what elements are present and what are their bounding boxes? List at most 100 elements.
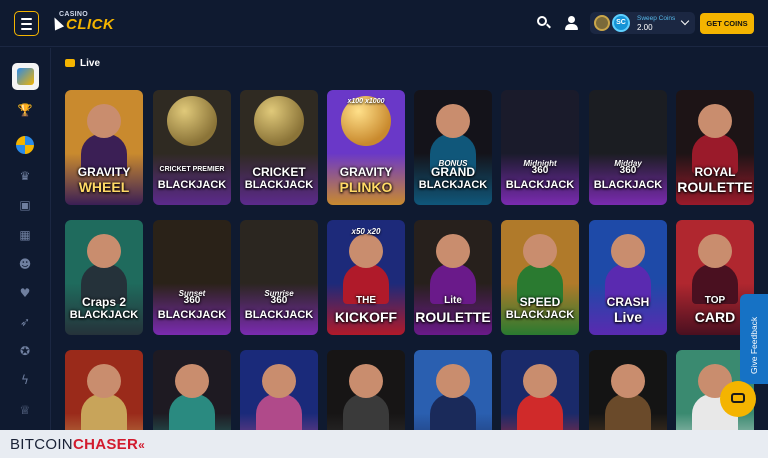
game-tile[interactable] [501, 350, 579, 430]
dealer-image [523, 364, 557, 398]
game-tile[interactable]: Midday 360 BLACKJACK [589, 90, 667, 205]
give-feedback-tab[interactable]: Give Feedback [740, 294, 768, 384]
sidebar-item-rocket[interactable]: ➶ [13, 310, 37, 334]
game-tile[interactable]: ROYAL ROULETTE [676, 90, 754, 205]
game-tile[interactable]: x50 x20 THE KICKOFF [327, 220, 405, 335]
footer-watermark: BITCOINCHASER« [0, 430, 768, 458]
wallet-amount: 2.00 [637, 23, 653, 32]
game-tile[interactable]: SPEED BLACKJACK [501, 220, 579, 335]
grid-icon: ▦ [19, 228, 31, 242]
game-tile[interactable] [153, 350, 231, 430]
menu-button[interactable] [14, 11, 39, 36]
sidebar-item-crown[interactable]: ♛ [13, 164, 37, 188]
gold-coin-icon [594, 15, 610, 31]
dealer-image [175, 364, 209, 398]
users-icon: ☻ [18, 257, 32, 271]
game-tile[interactable]: CRICKET BLACKJACK [240, 90, 318, 205]
get-coins-button[interactable]: GET COINS [700, 13, 754, 34]
game-tile[interactable]: Lite ROULETTE [414, 220, 492, 335]
game-tile[interactable]: CRICKET PREMIER BLACKJACK [153, 90, 231, 205]
game-tile[interactable]: x100 x1000 GRAVITY PLINKO [327, 90, 405, 205]
game-tile[interactable]: BONUS GRAND BLACKJACK [414, 90, 492, 205]
game-tile[interactable]: VIRTUAL [65, 350, 143, 430]
wallet-selector[interactable]: SC Sweep Coins 2.00 [590, 12, 695, 34]
chat-button[interactable] [720, 381, 756, 417]
dealer-image [698, 234, 732, 268]
dealer-image [262, 364, 296, 398]
search-icon[interactable] [535, 14, 553, 32]
dealer-image [523, 234, 557, 268]
game-tile[interactable]: Sunrise 360 BLACKJACK [240, 220, 318, 335]
give-feedback-label: Give Feedback [749, 316, 759, 374]
sidebar-item-lightning[interactable]: ϟ [13, 368, 37, 392]
casino-click-logo[interactable]: CASINO CLICK [49, 11, 115, 35]
game-title-line1: CRICKET PREMIER [159, 166, 225, 173]
sidebar-item-vip[interactable]: ✪ [13, 339, 37, 363]
game-title-line2: Live [613, 309, 642, 325]
game-subtitle: x50 x20 [351, 227, 381, 236]
game-title-line1: CRICKET [252, 165, 306, 179]
logo-big-text: CLICK [66, 16, 115, 33]
game-title-line1: 360 [270, 295, 288, 306]
cricket-ball-image [167, 96, 217, 146]
game-title-line2: BLACKJACK [418, 179, 488, 191]
hamburger-icon [21, 17, 32, 20]
dealer-image [436, 104, 470, 138]
sidebar-item-live-dealer[interactable] [13, 133, 37, 157]
game-tile[interactable] [589, 350, 667, 430]
user-icon[interactable] [563, 14, 581, 32]
game-title-line1: 360 [619, 165, 637, 176]
game-title-line1: GRAVITY [339, 165, 393, 179]
sidebar-item-grid[interactable]: ▦ [13, 223, 37, 247]
game-title-line2: BLACKJACK [157, 179, 227, 191]
game-tile[interactable] [240, 350, 318, 430]
game-tile[interactable] [327, 350, 405, 430]
dealer-image [349, 364, 383, 398]
game-title-line2: BLACKJACK [593, 179, 663, 191]
game-title-line2: BLACKJACK [157, 309, 227, 321]
game-title-line2: BLACKJACK [244, 179, 314, 191]
dealer-image [87, 104, 121, 138]
game-title-line1: Lite [444, 295, 462, 306]
live-dealer-icon [16, 136, 34, 154]
vip-icon: ✪ [19, 344, 31, 358]
heart-icon: ♥ [19, 286, 31, 300]
live-icon [65, 59, 75, 67]
dealer-image [349, 234, 383, 268]
dealer-image [611, 234, 645, 268]
game-tile[interactable]: Midnight 360 BLACKJACK [501, 90, 579, 205]
game-title-line1: ROYAL [694, 165, 736, 179]
game-tile[interactable] [414, 350, 492, 430]
sidebar-item-award[interactable]: ♕ [13, 398, 37, 422]
dealer-image [436, 234, 470, 268]
sidebar-item-gift[interactable]: ▣ [13, 193, 37, 217]
section-title: Live [65, 58, 100, 69]
bitcoinchaser-logo: BITCOINCHASER« [10, 436, 146, 453]
sidebar-item-trophy[interactable]: 🏆 [13, 98, 37, 122]
main-content: Live GRAVITY WHEEL CRICKET PREMIER BLACKJAC… [51, 48, 768, 430]
gift-icon: ▣ [19, 198, 31, 212]
section-title-text: Live [80, 58, 101, 69]
game-title-line1: CRASH [606, 295, 650, 309]
game-title-line1: SPEED [519, 295, 561, 309]
dealer-image [87, 234, 121, 268]
cricket-ball-image [254, 96, 304, 146]
sidebar-item-casino[interactable] [12, 63, 39, 90]
game-tile[interactable]: CRASH Live [589, 220, 667, 335]
game-title-line2: BLACKJACK [69, 309, 139, 321]
chevron-down-icon [680, 16, 690, 26]
game-tile[interactable]: Sunset 360 BLACKJACK [153, 220, 231, 335]
crown-icon: ♛ [19, 169, 31, 183]
wallet-label: Sweep Coins [637, 15, 676, 22]
sidebar-item-heart[interactable]: ♥ [13, 281, 37, 305]
dealer-image [611, 364, 645, 398]
casino-icon [17, 68, 34, 85]
game-title-line2: BLACKJACK [505, 309, 575, 321]
game-title-line1: Craps 2 [81, 295, 127, 309]
game-title-line2: PLINKO [339, 179, 393, 195]
sidebar-item-users[interactable]: ☻ [13, 252, 37, 276]
game-title-line2: ROULETTE [677, 179, 753, 195]
game-tile[interactable]: GRAVITY WHEEL [65, 90, 143, 205]
game-tile[interactable]: Craps 2 BLACKJACK [65, 220, 143, 335]
rocket-icon: ➶ [19, 315, 31, 329]
